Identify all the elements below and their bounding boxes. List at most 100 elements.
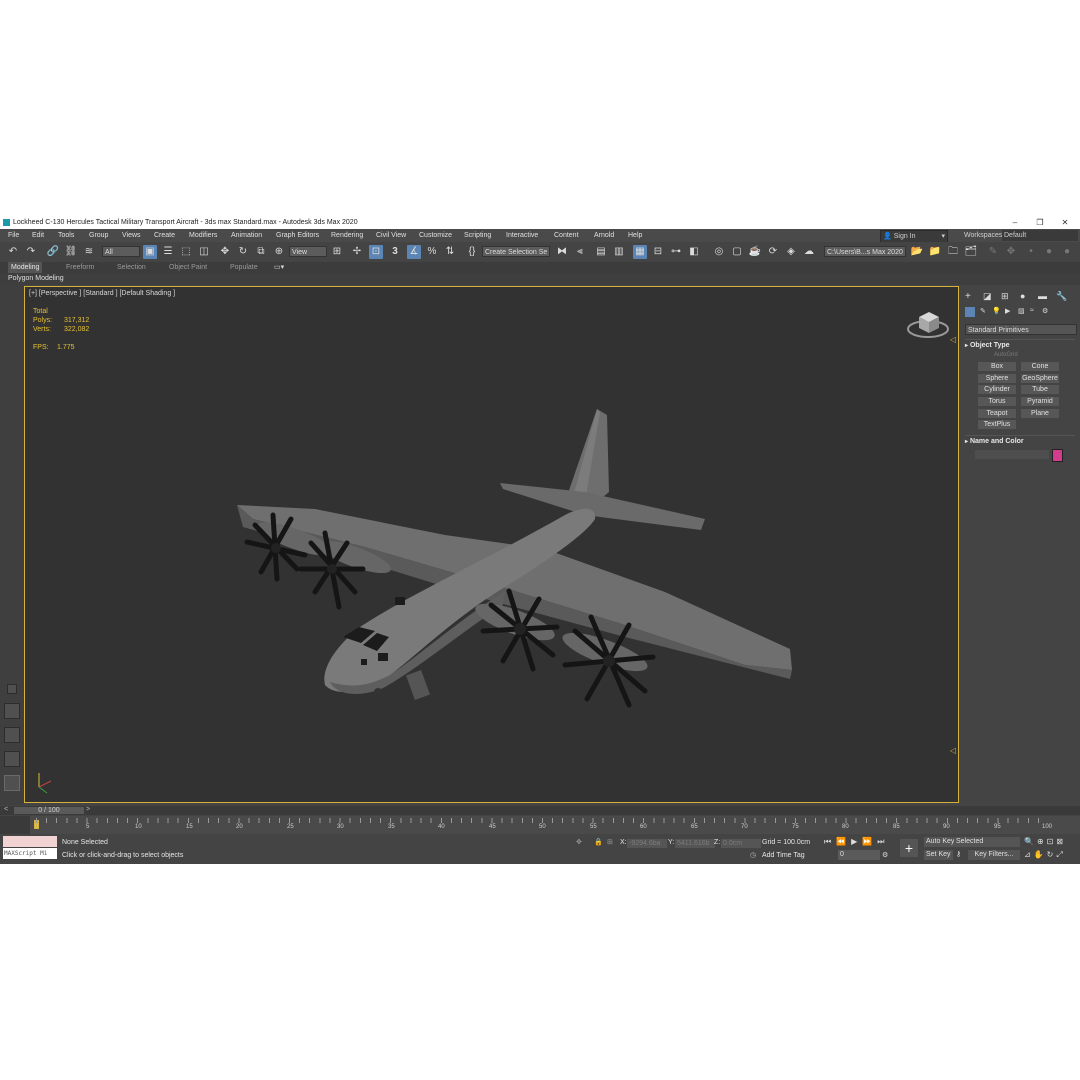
sphere-button[interactable]: Sphere [978, 374, 1016, 383]
dot-icon[interactable]: ● [1060, 245, 1074, 259]
maxscript-listener-pink[interactable] [3, 836, 57, 847]
ribbon-toggle-icon[interactable]: ▦ [633, 245, 647, 259]
panel-collapse-arrow-icon[interactable]: ◁ [950, 746, 956, 755]
maximize-button[interactable]: ❐ [1029, 216, 1051, 229]
project-settings-icon[interactable]: 🗂 [964, 245, 978, 259]
pyramid-button[interactable]: Pyramid [1021, 397, 1059, 406]
isolate-selection-icon[interactable]: ✥ [576, 838, 582, 846]
render-production-icon[interactable]: ☕ [748, 245, 762, 259]
open-folder-icon[interactable]: 📂 [910, 245, 924, 259]
maxscript-mini-listener[interactable]: MAXScript Mi [3, 848, 57, 859]
cylinder-button[interactable]: Cylinder [978, 385, 1016, 394]
zoom-extents-icon[interactable]: ⊡ [1047, 837, 1057, 846]
track-bar[interactable]: 0 5 10 15 20 25 30 35 40 45 50 55 60 65 … [0, 816, 1080, 834]
panel-collapse-arrow-icon[interactable]: ◁ [950, 335, 956, 344]
cone-button[interactable]: Cone [1021, 362, 1059, 371]
shapes-icon[interactable]: ✎ [980, 307, 986, 315]
scale-icon[interactable]: ⧉ [254, 245, 268, 259]
bind-space-warp-icon[interactable]: ≋ [82, 245, 96, 259]
time-slider[interactable]: 0 / 100 [14, 807, 84, 814]
tab-populate[interactable]: Populate [230, 262, 258, 273]
menu-interactive[interactable]: Interactive [506, 229, 538, 242]
ribbon-options-icon[interactable]: ▭▾ [274, 262, 284, 273]
dot-icon[interactable]: • [1024, 245, 1038, 259]
menu-views[interactable]: Views [122, 229, 141, 242]
create-tab-icon[interactable]: + [965, 291, 971, 302]
tube-button[interactable]: Tube [1021, 385, 1059, 394]
go-to-start-icon[interactable]: ⏮ [824, 837, 836, 846]
rotate-icon[interactable]: ↻ [236, 245, 250, 259]
menu-modifiers[interactable]: Modifiers [189, 229, 217, 242]
motion-tab-icon[interactable]: ● [1020, 291, 1025, 301]
geometry-icon[interactable] [965, 307, 975, 317]
rectangular-selection-icon[interactable]: ⬚ [179, 245, 193, 259]
zoom-icon[interactable]: 🔍 [1024, 837, 1037, 846]
polygon-modeling-panel[interactable]: Polygon Modeling [8, 273, 64, 285]
fov-icon[interactable]: ⊿ [1024, 850, 1034, 859]
z-coord-field[interactable]: 0.0cm [721, 839, 761, 848]
menu-tools[interactable]: Tools [58, 229, 74, 242]
render-in-cloud-icon[interactable]: ☁ [802, 245, 816, 259]
object-color-swatch[interactable] [1052, 449, 1063, 462]
hierarchy-tab-icon[interactable]: ⊞ [1001, 291, 1009, 302]
render-iterative-icon[interactable]: ⟳ [766, 245, 780, 259]
pan-icon[interactable]: ✋ [1034, 850, 1047, 859]
torus-button[interactable]: Torus [978, 397, 1016, 406]
current-frame-field[interactable]: 0 [838, 850, 880, 860]
mirror-icon[interactable]: ⧓ [555, 245, 569, 259]
spinner-snap-icon[interactable]: ⇅ [443, 245, 457, 259]
menu-group[interactable]: Group [89, 229, 108, 242]
play-icon[interactable]: ▶ [851, 837, 862, 846]
rendered-frame-window-icon[interactable]: ▢ [730, 245, 744, 259]
unlink-icon[interactable]: ⛓ [64, 245, 78, 259]
time-config-icon[interactable]: ⚙ [882, 851, 888, 859]
close-button[interactable]: ✕ [1054, 216, 1076, 229]
tab-modeling[interactable]: Modeling [8, 262, 43, 273]
c130-aircraft-model[interactable] [25, 287, 959, 803]
modify-tab-icon[interactable]: ◪ [983, 291, 992, 302]
y-coord-field[interactable]: 5411.616b [675, 839, 715, 848]
place-icon[interactable]: ⊕ [272, 245, 286, 259]
geosphere-button[interactable]: GeoSphere [1021, 374, 1059, 383]
menu-scripting[interactable]: Scripting [464, 229, 491, 242]
key-filters-button[interactable]: Key Filters... [968, 850, 1020, 860]
display-tab-icon[interactable]: ▬ [1038, 291, 1047, 301]
systems-icon[interactable]: ⚙ [1042, 307, 1048, 315]
box-button[interactable]: Box [978, 362, 1016, 371]
next-frame-arrow-icon[interactable]: > [86, 806, 90, 813]
layout-tab-1[interactable] [4, 703, 20, 719]
key-mode-dropdown[interactable]: Selected [954, 837, 1020, 847]
curve-editor-icon[interactable]: ⊟ [651, 245, 665, 259]
tab-object-paint[interactable]: Object Paint [169, 262, 207, 273]
percent-snap-icon[interactable]: % [425, 245, 439, 259]
align-icon[interactable]: ⫷ [573, 245, 587, 259]
helpers-icon[interactable]: ▨ [1018, 307, 1025, 315]
tab-selection[interactable]: Selection [117, 262, 146, 273]
lock-selection-icon[interactable]: 🔒 [594, 838, 603, 846]
set-project-icon[interactable]: 📁 [928, 245, 942, 259]
teapot-button[interactable]: Teapot [978, 409, 1016, 418]
category-dropdown[interactable]: Standard Primitives [965, 324, 1077, 335]
auto-key-button[interactable]: Auto Key [924, 837, 957, 847]
select-manipulate-icon[interactable]: ✢ [350, 245, 364, 259]
redo-icon[interactable]: ↷ [24, 245, 38, 259]
autogrid-checkbox[interactable]: AutoGrid [994, 352, 1018, 358]
zoom-all-icon[interactable]: ⊕ [1037, 837, 1047, 846]
edit-named-selection-icon[interactable]: {} [465, 245, 479, 259]
menu-arnold[interactable]: Arnold [594, 229, 614, 242]
set-key-button[interactable]: Set Key [924, 850, 953, 860]
perspective-viewport[interactable]: [+] [Perspective ] [Standard ] [Default … [24, 286, 959, 803]
link-icon[interactable]: 🔗 [46, 245, 60, 259]
menu-animation[interactable]: Animation [231, 229, 262, 242]
menu-customize[interactable]: Customize [419, 229, 452, 242]
render-setup-icon[interactable]: ◎ [712, 245, 726, 259]
dot-icon[interactable]: ● [1042, 245, 1056, 259]
named-selection-set-dropdown[interactable]: Create Selection Se [482, 246, 550, 257]
layout-tab-3[interactable] [4, 751, 20, 767]
menu-file[interactable]: File [8, 229, 19, 242]
schematic-view-icon[interactable]: ⊶ [669, 245, 683, 259]
next-key-icon[interactable]: ⏩ [862, 837, 877, 846]
menu-edit[interactable]: Edit [32, 229, 44, 242]
reference-coordinate-dropdown[interactable]: View [289, 246, 327, 257]
layout-tab-4[interactable] [4, 775, 20, 791]
